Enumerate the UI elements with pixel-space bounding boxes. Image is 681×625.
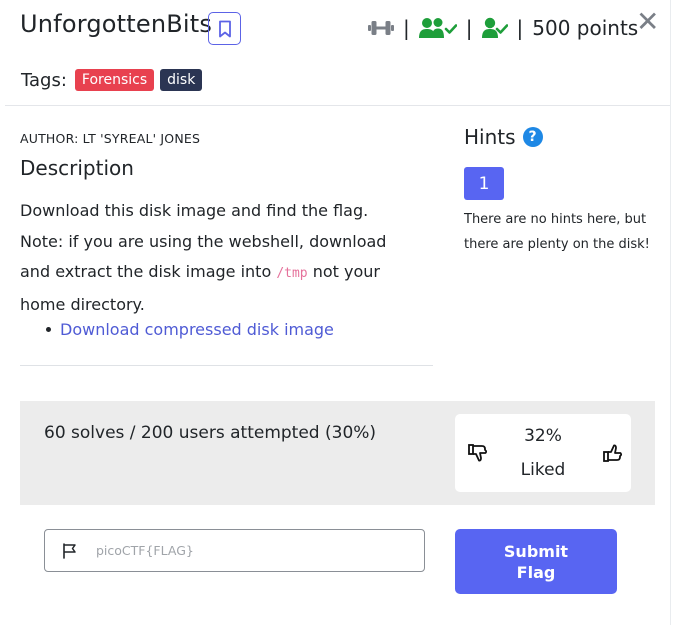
list-bullet	[46, 327, 51, 332]
header-divider	[5, 105, 670, 106]
user-check-icon	[481, 17, 508, 38]
like-card: 32% Liked	[455, 414, 631, 492]
tags-row: Tags: Forensics disk	[21, 69, 208, 91]
bookmark-icon	[218, 20, 231, 37]
challenge-modal: UnforgottenBits | | | 500 points ✕ Tags:…	[0, 0, 670, 625]
separator: |	[403, 16, 410, 40]
challenge-stats: | | | 500 points	[368, 13, 638, 43]
download-list: Download compressed disk image	[46, 320, 334, 339]
submit-label: Submit Flag	[503, 541, 569, 582]
thumbs-up-button[interactable]	[603, 444, 623, 466]
solves-text: 60 solves / 200 users attempted (30%)	[44, 423, 377, 443]
tmp-path: /tmp	[276, 266, 308, 281]
liked-percent: 32%	[524, 426, 562, 446]
help-icon[interactable]: ?	[522, 127, 543, 147]
download-link[interactable]: Download compressed disk image	[60, 320, 334, 339]
dumbbell-icon	[368, 21, 394, 35]
close-button[interactable]: ✕	[636, 8, 659, 36]
hints-heading: Hints ?	[464, 125, 543, 149]
author-line: AUTHOR: LT 'SYREAL' JONES	[20, 131, 201, 146]
flag-icon	[62, 542, 78, 559]
submit-flag-button[interactable]: Submit Flag	[455, 529, 617, 594]
scrollbar-edge	[670, 0, 681, 625]
tags-label: Tags:	[21, 69, 67, 91]
separator: |	[465, 16, 473, 40]
description-body: Download this disk image and find the fl…	[20, 196, 420, 320]
points-value: 500 points	[532, 16, 639, 40]
tag-disk[interactable]: disk	[160, 69, 203, 91]
bookmark-button[interactable]	[208, 12, 241, 45]
description-heading: Description	[20, 156, 134, 180]
description-note: Note: if you are using the webshell, dow…	[20, 227, 420, 321]
description-line: Download this disk image and find the fl…	[20, 201, 369, 220]
tag-forensics[interactable]: Forensics	[74, 69, 155, 91]
close-icon: ✕	[636, 5, 660, 38]
flag-input-wrapper	[44, 529, 425, 572]
users-check-icon	[418, 18, 457, 38]
hint-text: There are no hints here, but there are p…	[464, 212, 650, 252]
stats-panel: 60 solves / 200 users attempted (30%) 32…	[20, 401, 655, 505]
hints-title: Hints	[464, 125, 516, 149]
hint-button-1[interactable]: 1	[464, 167, 504, 200]
content-divider	[20, 365, 433, 366]
thumbs-up-icon	[603, 444, 623, 462]
challenge-title: UnforgottenBits	[20, 10, 213, 38]
flag-input[interactable]	[96, 543, 396, 558]
separator: |	[516, 16, 524, 40]
